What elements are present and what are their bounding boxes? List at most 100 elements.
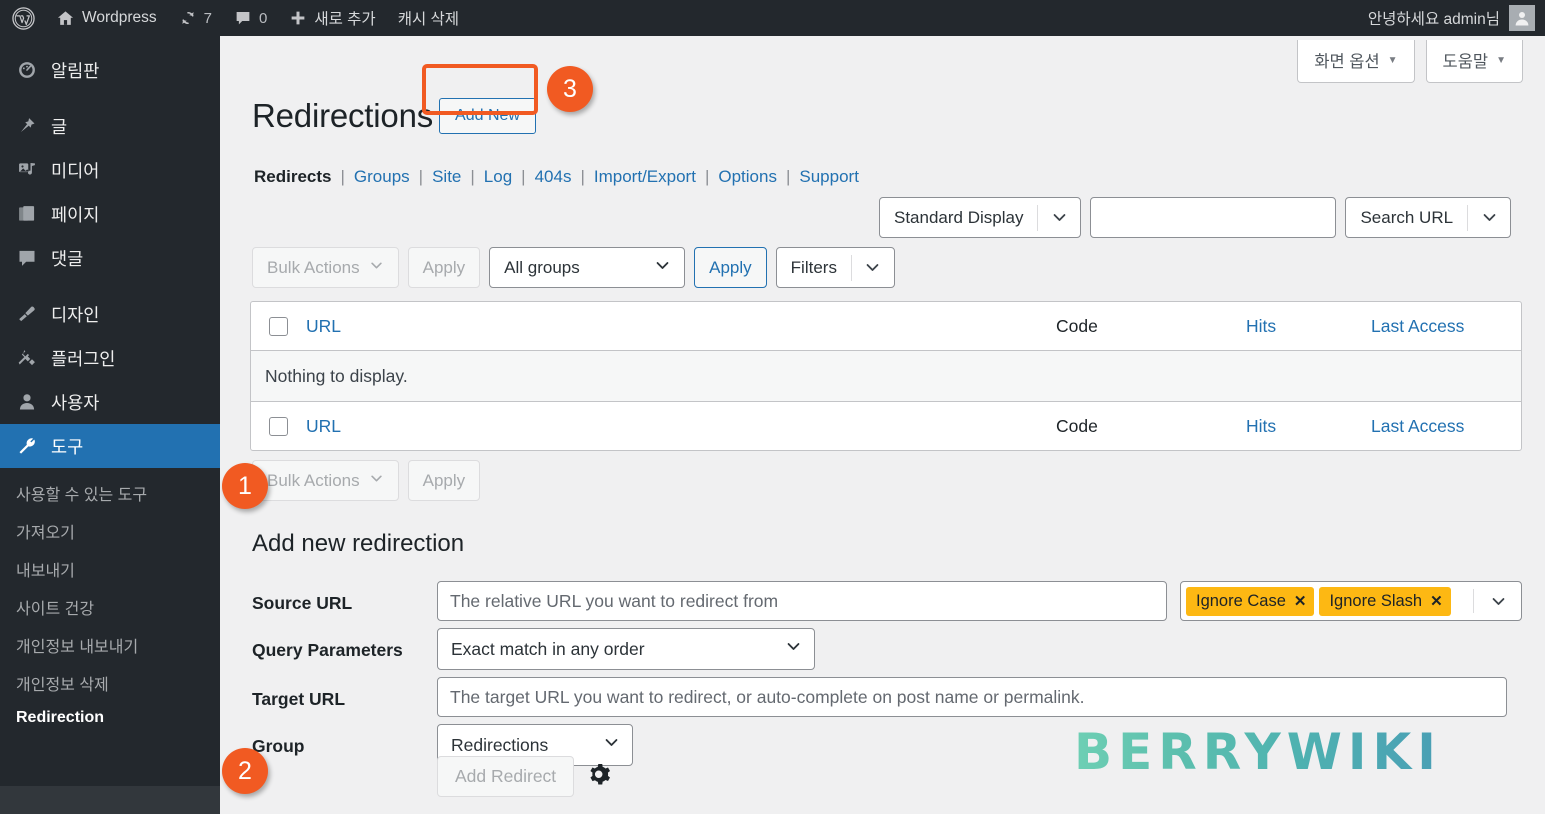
- redirects-table: URL Code Hits Last Access Nothing to dis…: [250, 301, 1522, 451]
- column-header-hits[interactable]: Hits: [1246, 316, 1371, 337]
- tab-import-export[interactable]: Import/Export: [592, 167, 698, 187]
- filters-label: Filters: [790, 257, 837, 277]
- site-name-label: Wordpress: [82, 9, 157, 26]
- target-url-input[interactable]: The target URL you want to redirect, or …: [437, 677, 1507, 717]
- sidebar-item-label: 알림판: [51, 60, 100, 81]
- submenu-item-export-personal-data[interactable]: 개인정보 내보내기: [0, 626, 220, 664]
- nav-separator: |: [785, 167, 791, 186]
- clear-cache-button[interactable]: 캐시 삭제: [387, 0, 470, 36]
- comments-count: 0: [259, 9, 268, 27]
- page-header: Redirections Add New: [252, 98, 536, 134]
- query-parameters-select[interactable]: Exact match in any order: [437, 628, 815, 670]
- chevron-down-icon: [654, 257, 671, 279]
- tab-groups[interactable]: Groups: [352, 167, 412, 187]
- select-all-checkbox-bottom[interactable]: [269, 416, 288, 436]
- source-url-placeholder: The relative URL you want to redirect fr…: [450, 590, 779, 611]
- column-header-last-access[interactable]: Last Access: [1371, 316, 1521, 337]
- submenu-item-site-health[interactable]: 사이트 건강: [0, 588, 220, 626]
- my-account-menu[interactable]: 안녕하세요 admin님: [1368, 5, 1545, 31]
- screen-options-button[interactable]: 화면 옵션 ▼: [1297, 40, 1415, 83]
- sidebar-item-posts[interactable]: 글: [0, 104, 220, 148]
- flag-label: Ignore Case: [1196, 591, 1286, 610]
- tab-redirects[interactable]: Redirects: [252, 167, 333, 187]
- select-all-checkbox-top[interactable]: [269, 316, 288, 336]
- site-name-button[interactable]: Wordpress: [45, 0, 168, 36]
- berrywiki-watermark: BERRYWIKI: [1074, 723, 1442, 781]
- submenu-item-import[interactable]: 가져오기: [0, 512, 220, 550]
- new-content-button[interactable]: 새로 추가: [278, 0, 386, 36]
- sidebar-item-media[interactable]: 미디어: [0, 148, 220, 192]
- chevron-down-icon[interactable]: [1479, 593, 1517, 610]
- nav-separator: |: [704, 167, 710, 186]
- apply-bulk-button-bottom[interactable]: Apply: [407, 460, 481, 501]
- nav-separator: |: [340, 167, 345, 186]
- tab-options[interactable]: Options: [716, 167, 779, 187]
- column-footer-hits[interactable]: Hits: [1246, 416, 1371, 437]
- home-icon: [56, 9, 75, 28]
- nav-separator: |: [418, 167, 424, 186]
- add-redirect-button[interactable]: Add Redirect: [437, 756, 575, 797]
- add-new-button[interactable]: Add New: [439, 98, 536, 134]
- flag-chip-ignore-slash[interactable]: Ignore Slash ✕: [1319, 586, 1451, 616]
- submenu-item-export[interactable]: 내보내기: [0, 550, 220, 588]
- wordpress-logo-button[interactable]: [0, 0, 45, 36]
- tab-404s[interactable]: 404s: [533, 167, 574, 187]
- column-footer-last-access[interactable]: Last Access: [1371, 416, 1521, 437]
- column-footer-url[interactable]: URL: [306, 416, 1056, 437]
- source-url-input[interactable]: The relative URL you want to redirect fr…: [437, 581, 1167, 621]
- tab-site[interactable]: Site: [430, 167, 463, 187]
- bulk-actions-select[interactable]: Bulk Actions: [252, 247, 399, 288]
- search-input[interactable]: [1090, 197, 1337, 238]
- apply-bulk-button[interactable]: Apply: [407, 247, 481, 288]
- display-mode-select[interactable]: Standard Display: [879, 197, 1082, 238]
- pages-icon: [16, 204, 38, 224]
- match-flags-field[interactable]: Ignore Case ✕ Ignore Slash ✕: [1180, 581, 1522, 621]
- close-x-icon[interactable]: ✕: [1430, 592, 1443, 610]
- sidebar-item-appearance[interactable]: 디자인: [0, 292, 220, 336]
- sidebar-item-label: 댓글: [51, 248, 84, 269]
- table-footer-row: URL Code Hits Last Access: [251, 401, 1521, 450]
- comments-icon: [16, 248, 38, 268]
- sidebar-item-comments[interactable]: 댓글: [0, 236, 220, 280]
- comments-button[interactable]: 0: [223, 0, 278, 36]
- bulk-actions-select-bottom[interactable]: Bulk Actions: [252, 460, 399, 501]
- target-url-label: Target URL: [252, 689, 346, 709]
- filters-select[interactable]: Filters: [775, 247, 895, 288]
- apply-filter-button[interactable]: Apply: [694, 247, 767, 288]
- submenu-item-redirection[interactable]: Redirection: [0, 702, 220, 734]
- sidebar-item-dashboard[interactable]: 알림판: [0, 48, 220, 92]
- search-type-select[interactable]: Search URL: [1345, 197, 1512, 238]
- updates-button[interactable]: 7: [168, 0, 223, 36]
- group-filter-select[interactable]: All groups: [489, 247, 686, 288]
- submenu-label: 사이트 건강: [16, 601, 95, 618]
- page-title: Redirections: [252, 97, 434, 135]
- admin-sidebar: 알림판 글 미디어 페이지 댓글 디자인 플러그인 사용자 도구 사용할 수 있…: [0, 36, 220, 814]
- nav-separator: |: [580, 167, 585, 186]
- tab-log[interactable]: Log: [482, 167, 514, 187]
- column-header-url[interactable]: URL: [306, 316, 1056, 337]
- annotation-badge-2: 2: [222, 748, 268, 794]
- close-x-icon[interactable]: ✕: [1294, 592, 1307, 610]
- sidebar-item-pages[interactable]: 페이지: [0, 192, 220, 236]
- badge-number: 1: [238, 471, 252, 500]
- submenu-item-available-tools[interactable]: 사용할 수 있는 도구: [0, 474, 220, 512]
- display-mode-label: Standard Display: [894, 207, 1024, 227]
- query-parameters-row: Query Parameters Exact match in any orde…: [252, 628, 1522, 670]
- greeting-label: 안녕하세요 admin님: [1367, 11, 1500, 28]
- target-url-placeholder: The target URL you want to redirect, or …: [450, 686, 1085, 707]
- submenu-label: 가져오기: [16, 525, 75, 542]
- sidebar-item-label: 글: [51, 116, 68, 137]
- gear-icon[interactable]: [588, 762, 613, 792]
- dashboard-icon: [16, 60, 38, 80]
- media-icon: [16, 160, 38, 180]
- sidebar-item-users[interactable]: 사용자: [0, 380, 220, 424]
- help-button[interactable]: 도움말 ▼: [1425, 40, 1523, 83]
- submenu-item-erase-personal-data[interactable]: 개인정보 삭제: [0, 664, 220, 702]
- submenu-label: 개인정보 내보내기: [16, 639, 139, 656]
- main-content: 화면 옵션 ▼ 도움말 ▼ Redirections Add New Redir…: [220, 36, 1545, 814]
- flag-chip-ignore-case[interactable]: Ignore Case ✕: [1186, 586, 1315, 616]
- sidebar-item-tools[interactable]: 도구: [0, 424, 220, 468]
- sidebar-item-plugins[interactable]: 플러그인: [0, 336, 220, 380]
- query-parameters-value: Exact match in any order: [451, 638, 645, 659]
- tab-support[interactable]: Support: [797, 167, 861, 187]
